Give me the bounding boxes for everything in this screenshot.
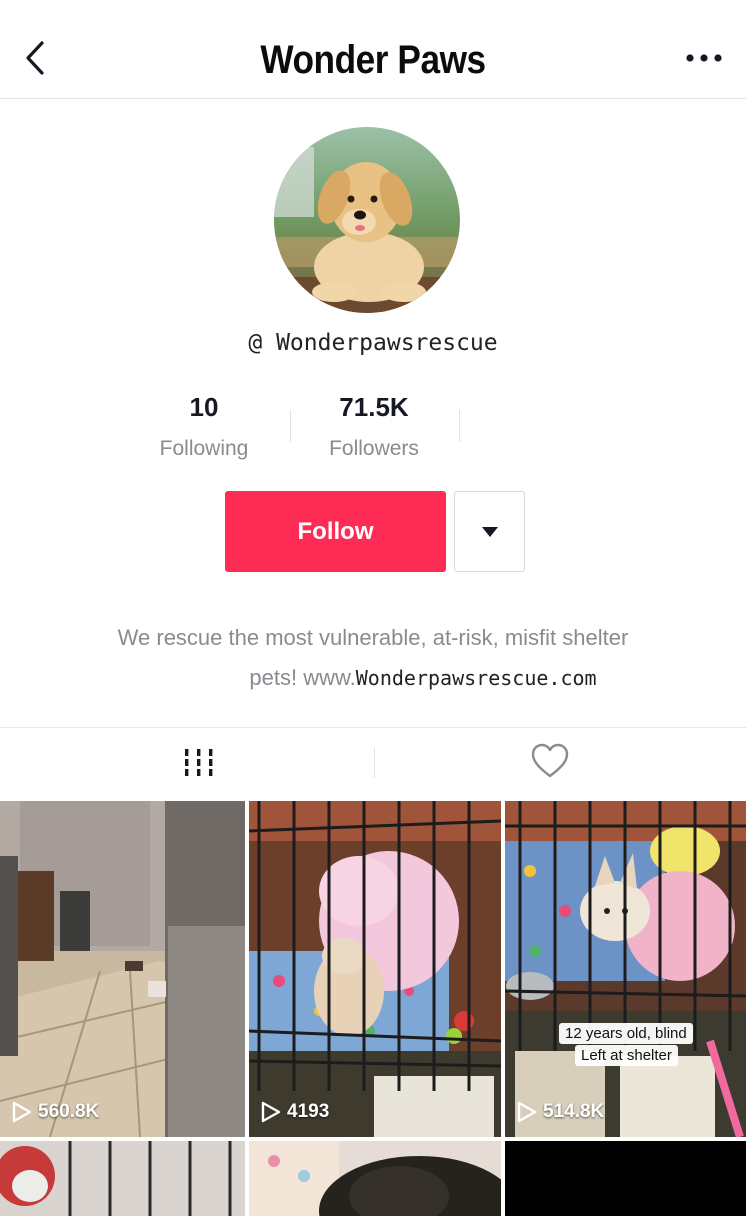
play-icon	[12, 1101, 32, 1123]
bio-line-1: We rescue the most vulnerable, at-risk, …	[117, 625, 629, 650]
play-icon	[261, 1101, 281, 1123]
video-thumbnail[interactable]: 560.8K	[0, 801, 245, 1137]
view-count-value: 560.8K	[38, 1101, 100, 1122]
more-horizontal-icon	[686, 54, 722, 62]
video-thumbnail[interactable]	[249, 1141, 501, 1216]
crate-image	[0, 1141, 245, 1216]
top-nav-bar: Wonder Paws	[0, 0, 746, 99]
view-count-value: 4193	[287, 1101, 330, 1122]
tabs-separator	[374, 748, 375, 778]
follow-button[interactable]: Follow	[225, 491, 446, 572]
following-label: Following	[159, 437, 249, 460]
video-grid: 560.8K 4193 12 years old, blind Left at …	[0, 801, 746, 1216]
video-thumbnail[interactable]: 4193	[249, 801, 501, 1137]
grid-videos-icon	[185, 749, 213, 776]
followers-stat[interactable]: 71.5K Followers	[284, 392, 464, 461]
bio-line-2-prefix: pets! www.	[249, 665, 356, 690]
bio-website-link[interactable]: Wonderpawsrescue.com	[356, 666, 597, 690]
tab-liked[interactable]	[530, 740, 570, 790]
video-caption-line-2: Left at shelter	[575, 1045, 678, 1066]
page-title: Wonder Paws	[260, 38, 486, 82]
video-thumbnail[interactable]: 12 years old, blind Left at shelter 514.…	[505, 801, 746, 1137]
tabs-divider	[0, 727, 746, 728]
kitchen-scene-image	[0, 801, 245, 1137]
video-thumbnail[interactable]	[505, 1141, 746, 1216]
profile-bio: We rescue the most vulnerable, at-risk, …	[0, 618, 746, 698]
avatar[interactable]	[274, 127, 460, 313]
video-thumbnail[interactable]	[0, 1141, 245, 1216]
view-count: 560.8K	[12, 1101, 99, 1123]
followers-label: Followers	[329, 437, 419, 460]
view-count: 514.8K	[517, 1101, 604, 1123]
tab-videos[interactable]	[182, 740, 216, 790]
view-count: 4193	[261, 1101, 329, 1123]
stat-divider	[459, 410, 460, 442]
following-count: 10	[189, 392, 219, 422]
bio-line-2: pets! www.Wonderpawsrescue.com	[0, 658, 746, 698]
view-count-value: 514.8K	[543, 1101, 605, 1122]
video-caption-line-1: 12 years old, blind	[559, 1023, 693, 1044]
puppy-photo	[274, 127, 460, 313]
cat-in-crate-image	[249, 801, 501, 1137]
more-options-button[interactable]	[684, 44, 724, 72]
caret-down-icon	[481, 526, 498, 537]
puppy-image	[249, 1141, 501, 1216]
suggested-accounts-button[interactable]	[454, 491, 525, 572]
profile-handle: @ Wonderpawsrescue	[248, 330, 498, 356]
followers-count: 71.5K	[339, 392, 409, 422]
following-stat[interactable]: 10 Following	[114, 392, 294, 461]
heart-icon	[531, 743, 569, 778]
play-icon	[517, 1101, 537, 1123]
dog-in-crate-image	[505, 801, 746, 1137]
